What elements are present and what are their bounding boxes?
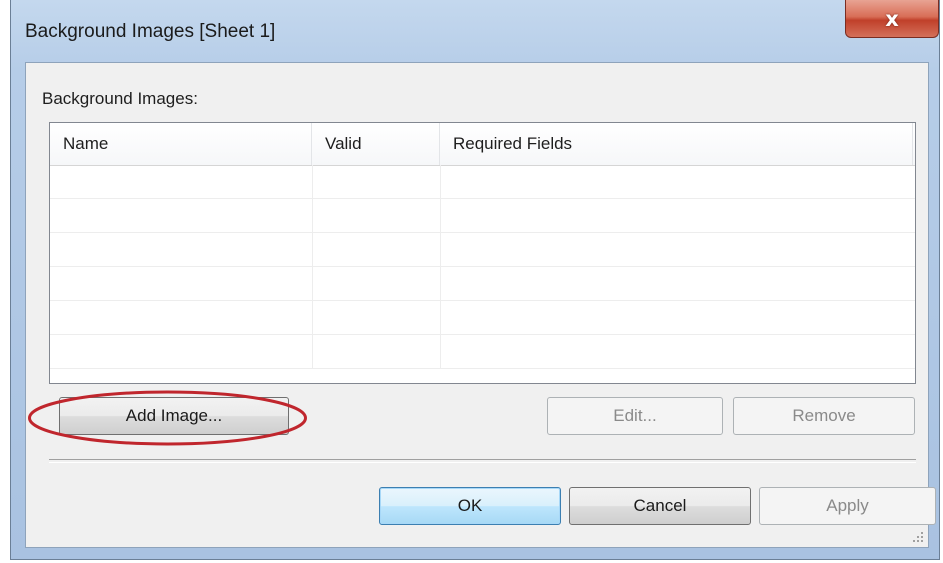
remove-button[interactable]: Remove <box>733 397 915 435</box>
add-image-button[interactable]: Add Image... <box>59 397 289 435</box>
resize-grip-icon[interactable] <box>911 530 925 544</box>
table-row <box>50 301 915 335</box>
ok-button[interactable]: OK <box>379 487 561 525</box>
table-row <box>50 267 915 301</box>
list-body[interactable] <box>50 165 915 383</box>
table-row <box>50 165 915 199</box>
table-row <box>50 335 915 369</box>
title-bar[interactable]: Background Images [Sheet 1] x <box>11 0 939 60</box>
table-row <box>50 199 915 233</box>
separator-line <box>49 459 916 463</box>
background-images-label: Background Images: <box>42 89 198 108</box>
close-icon: x <box>885 6 899 31</box>
dialog-body: Background Images: Name Valid Required F… <box>25 62 936 548</box>
background-images-list[interactable]: Name Valid Required Fields <box>49 122 916 384</box>
edit-button[interactable]: Edit... <box>547 397 723 435</box>
apply-button[interactable]: Apply <box>759 487 936 525</box>
cancel-button[interactable]: Cancel <box>569 487 751 525</box>
column-header-name[interactable]: Name <box>50 123 312 165</box>
table-row <box>50 233 915 267</box>
column-header-required-fields[interactable]: Required Fields <box>440 123 913 165</box>
window-title: Background Images [Sheet 1] <box>25 21 276 42</box>
list-header: Name Valid Required Fields <box>50 123 915 166</box>
dialog-window: Background Images [Sheet 1] x Background… <box>10 0 940 560</box>
column-header-valid[interactable]: Valid <box>312 123 440 165</box>
close-button[interactable]: x <box>845 0 939 38</box>
